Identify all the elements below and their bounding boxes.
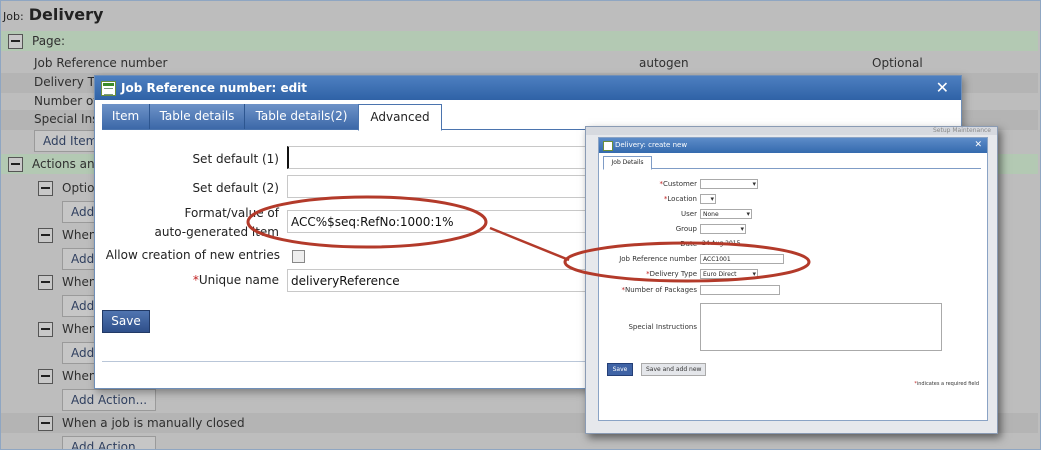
app-window: Job: Delivery Page: Job Reference number… bbox=[0, 0, 1041, 450]
default1-label: Set default (1) bbox=[192, 152, 279, 166]
row-status-job-ref: Optional bbox=[872, 56, 923, 70]
form-icon bbox=[101, 81, 116, 96]
add-action-button[interactable]: Add Action... bbox=[62, 389, 157, 411]
inset-save-add-new-button: Save and add new bbox=[641, 363, 707, 376]
default2-input[interactable] bbox=[287, 175, 587, 198]
collapse-action-icon[interactable] bbox=[38, 322, 53, 337]
tab-advanced[interactable]: Advanced bbox=[358, 104, 442, 131]
action-label-manually-closed: When a job is manually closed bbox=[62, 416, 245, 430]
inset-customer-label: *Customer bbox=[659, 180, 697, 188]
tab-item[interactable]: Item bbox=[102, 104, 150, 129]
inset-top-text: Setup Maintenance bbox=[932, 127, 991, 134]
inset-delivery-type-label: *Delivery Type bbox=[646, 270, 697, 278]
inset-packages-label: *Number of Packages bbox=[621, 286, 697, 294]
close-icon: ✕ bbox=[974, 140, 982, 150]
inset-location-label: *Location bbox=[663, 195, 697, 203]
collapse-action-icon[interactable] bbox=[38, 181, 53, 196]
default2-label: Set default (2) bbox=[192, 181, 279, 195]
collapse-actions-icon[interactable] bbox=[8, 157, 23, 172]
section-page-row bbox=[1, 31, 1038, 51]
action-label: When bbox=[62, 275, 97, 289]
action-label: When bbox=[62, 369, 97, 383]
inset-job-ref-input: ACC1001 bbox=[700, 254, 784, 264]
inset-instructions-label: Special Instructions bbox=[628, 323, 697, 331]
inset-user-select: None bbox=[700, 209, 752, 219]
collapse-action-icon[interactable] bbox=[38, 369, 53, 384]
action-label: When bbox=[62, 228, 97, 242]
allow-creation-checkbox[interactable] bbox=[292, 250, 305, 263]
inset-title: Delivery: create new bbox=[615, 141, 688, 149]
section-actions-title: Actions and bbox=[32, 157, 103, 171]
tab-table-details-2[interactable]: Table details(2) bbox=[245, 104, 359, 129]
section-page-title: Page: bbox=[32, 34, 66, 48]
form-icon bbox=[603, 141, 613, 151]
action-label: When bbox=[62, 322, 97, 336]
inset-date-value: 24 Aug 2015 bbox=[700, 239, 760, 249]
job-label: Job: bbox=[3, 10, 24, 23]
collapse-action-icon[interactable] bbox=[38, 228, 53, 243]
inset-date-label: Date bbox=[680, 240, 697, 248]
inset-tab-bar: Job Details bbox=[603, 156, 981, 170]
inset-delivery-type-select: Euro Direct bbox=[700, 269, 758, 279]
action-label: Optio bbox=[62, 181, 95, 195]
unique-name-input[interactable]: deliveryReference bbox=[287, 269, 587, 292]
inset-title-bar: Delivery: create new ✕ bbox=[599, 138, 987, 153]
inset-save-button: Save bbox=[607, 363, 633, 376]
inset-location-select bbox=[700, 194, 716, 204]
job-name: Delivery bbox=[28, 5, 104, 24]
collapse-page-icon[interactable] bbox=[8, 34, 23, 49]
inset-dialog: Delivery: create new ✕ Job Details *Cust… bbox=[598, 137, 988, 421]
inset-group-label: Group bbox=[675, 225, 697, 233]
inset-instructions-textarea bbox=[700, 303, 942, 351]
inset-screenshot: Setup Maintenance Delivery: create new ✕… bbox=[585, 126, 998, 434]
row-name-delivery-type[interactable]: Delivery T bbox=[34, 75, 95, 89]
tab-table-details[interactable]: Table details bbox=[150, 104, 245, 129]
inset-customer-select bbox=[700, 179, 758, 189]
row-name-special-instructions[interactable]: Special Ins bbox=[34, 112, 98, 126]
row-name-number-packages[interactable]: Number of bbox=[34, 94, 98, 108]
save-button[interactable]: Save bbox=[102, 310, 150, 333]
collapse-action-icon[interactable] bbox=[38, 275, 53, 290]
inset-group-select bbox=[700, 224, 746, 234]
dialog-title: Job Reference number: edit bbox=[121, 81, 308, 95]
dialog-title-bar[interactable]: Job Reference number: edit ✕ bbox=[95, 76, 961, 100]
collapse-action-icon[interactable] bbox=[38, 416, 53, 431]
close-icon[interactable]: ✕ bbox=[936, 76, 949, 100]
inset-required-note: *indicates a required field bbox=[914, 381, 979, 387]
allow-creation-label: Allow creation of new entries bbox=[105, 248, 280, 262]
row-name-job-ref[interactable]: Job Reference number bbox=[34, 56, 167, 70]
format-label-line1: Format/value of bbox=[184, 206, 280, 220]
inset-packages-input bbox=[700, 285, 780, 295]
unique-name-label: *Unique name bbox=[192, 273, 279, 287]
inset-tab-job-details: Job Details bbox=[603, 156, 652, 170]
row-value-job-ref: autogen bbox=[639, 56, 689, 70]
job-header: Job: Delivery bbox=[3, 5, 103, 24]
inset-top-bar: Setup Maintenance bbox=[586, 127, 997, 135]
default1-input[interactable] bbox=[287, 146, 587, 169]
inset-job-ref-label: Job Reference number bbox=[619, 255, 697, 263]
inset-user-label: User bbox=[681, 210, 697, 218]
format-label-line2: auto-generated item bbox=[154, 225, 279, 239]
add-action-button[interactable]: Add Action... bbox=[62, 436, 157, 449]
format-input[interactable]: ACC%$seq:RefNo:1000:1% bbox=[287, 210, 587, 233]
